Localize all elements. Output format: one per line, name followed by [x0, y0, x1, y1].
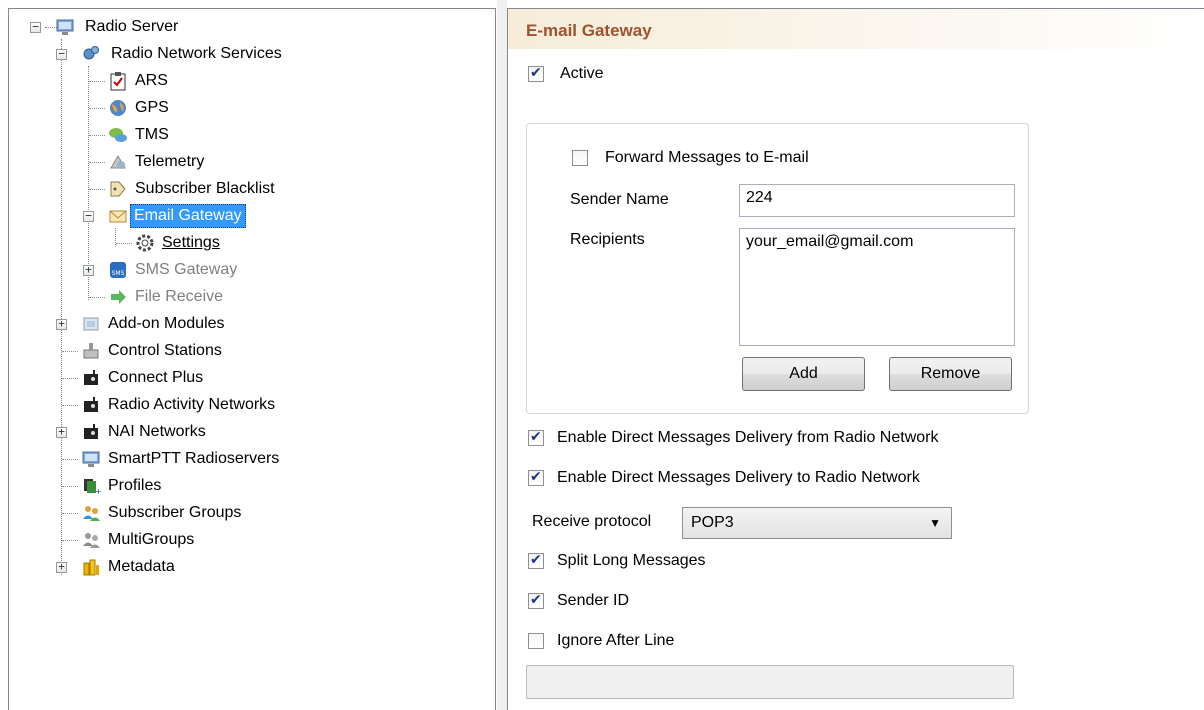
- recipients-label: Recipients: [570, 231, 645, 248]
- sms-icon: SMS: [110, 262, 126, 278]
- tree-label: MultiGroups: [108, 531, 195, 548]
- receive-protocol-select[interactable]: POP3 ▼: [682, 507, 952, 539]
- split-messages-label: Split Long Messages: [557, 552, 706, 569]
- chevron-down-icon: ▼: [929, 516, 941, 530]
- tree-label: Settings: [162, 234, 220, 251]
- tree-label: File Receive: [135, 288, 224, 305]
- tree-label: Add-on Modules: [108, 315, 225, 332]
- collapse-icon[interactable]: −: [30, 21, 41, 33]
- svg-text:SMS: SMS: [112, 270, 125, 277]
- tree-label: SMS Gateway: [135, 261, 238, 278]
- tree-label: Telemetry: [135, 153, 205, 170]
- database-icon: [83, 559, 99, 576]
- ignore-after-line-input[interactable]: [526, 665, 1014, 699]
- active-checkbox[interactable]: [528, 64, 544, 82]
- direct-to-checkbox[interactable]: [528, 468, 544, 486]
- tree-label: GPS: [135, 99, 169, 116]
- tree-label: Metadata: [108, 558, 175, 575]
- sender-id-label: Sender ID: [557, 592, 630, 609]
- tree-label: Radio Server: [85, 18, 179, 35]
- forwarding-group: Forward Messages to E-mail Sender Name 2…: [526, 123, 1029, 414]
- direct-from-checkbox[interactable]: [528, 428, 544, 446]
- remove-button[interactable]: Remove: [889, 357, 1012, 391]
- forward-messages-label: Forward Messages to E-mail: [605, 149, 809, 166]
- tree-label: TMS: [135, 126, 169, 143]
- arrow-right-icon: [111, 290, 126, 304]
- forward-messages-checkbox[interactable]: [572, 150, 588, 166]
- tree-label-selected: Email Gateway: [130, 204, 246, 228]
- envelope-icon: [109, 210, 127, 223]
- expand-icon[interactable]: +: [56, 561, 67, 573]
- active-label: Active: [560, 65, 604, 82]
- sender-name-label: Sender Name: [570, 191, 669, 208]
- recipients-list[interactable]: your_email@gmail.com: [739, 228, 1015, 346]
- tree-label: Connect Plus: [108, 369, 204, 386]
- svg-text:+: +: [95, 487, 101, 496]
- section-header: E-mail Gateway: [508, 9, 1204, 49]
- telemetry-icon: [110, 155, 126, 169]
- gears-icon: [83, 46, 99, 60]
- add-button[interactable]: Add: [742, 357, 865, 391]
- settings-panel: E-mail Gateway Active Forward Messages t…: [507, 8, 1204, 710]
- ignore-after-line-label: Ignore After Line: [557, 632, 675, 649]
- direct-to-label: Enable Direct Messages Delivery to Radio…: [557, 469, 920, 486]
- tree-label: ARS: [135, 72, 168, 89]
- multigroup-icon: [83, 533, 100, 548]
- profiles-icon: +: [84, 479, 101, 496]
- radio-icon: [84, 397, 98, 412]
- server-icon: [82, 451, 100, 467]
- chat-bubbles-icon: [109, 128, 127, 142]
- tree-label: SmartPTT Radioservers: [108, 450, 280, 467]
- ignore-after-line-checkbox[interactable]: [528, 633, 544, 649]
- receive-protocol-value: POP3: [691, 514, 734, 531]
- navigation-tree[interactable]: − Radio Server − Radio Network Services …: [8, 8, 496, 710]
- globe-icon: [110, 100, 126, 116]
- tree-label: Subscriber Blacklist: [135, 180, 275, 197]
- expand-icon[interactable]: +: [56, 318, 67, 330]
- collapse-icon[interactable]: −: [83, 210, 94, 222]
- modules-icon: [83, 317, 99, 331]
- split-messages-checkbox[interactable]: [528, 551, 544, 569]
- gear-icon: [136, 234, 154, 252]
- radio-icon: [84, 370, 98, 385]
- direct-from-label: Enable Direct Messages Delivery from Rad…: [557, 429, 939, 446]
- tree-label: Profiles: [108, 477, 162, 494]
- control-station-icon: [83, 343, 99, 359]
- tree-label: Control Stations: [108, 342, 222, 359]
- sender-id-checkbox[interactable]: [528, 591, 544, 609]
- receive-protocol-label: Receive protocol: [532, 513, 652, 530]
- tag-icon: [110, 181, 126, 197]
- collapse-icon[interactable]: −: [56, 48, 67, 60]
- expand-icon[interactable]: +: [83, 264, 94, 276]
- tree-label: NAI Networks: [108, 423, 206, 440]
- users-icon: [83, 506, 100, 521]
- tree-label: Subscriber Groups: [108, 504, 242, 521]
- tree-connector: [61, 39, 62, 575]
- splitter[interactable]: [497, 0, 507, 710]
- tree-label: Radio Network Services: [111, 45, 282, 62]
- sender-name-input[interactable]: 224: [739, 184, 1015, 217]
- radio-icon: [84, 424, 98, 439]
- tree-label: Radio Activity Networks: [108, 396, 276, 413]
- clipboard-check-icon: [110, 72, 126, 91]
- section-title: E-mail Gateway: [526, 21, 652, 40]
- server-icon: [56, 19, 74, 35]
- expand-icon[interactable]: +: [56, 426, 67, 438]
